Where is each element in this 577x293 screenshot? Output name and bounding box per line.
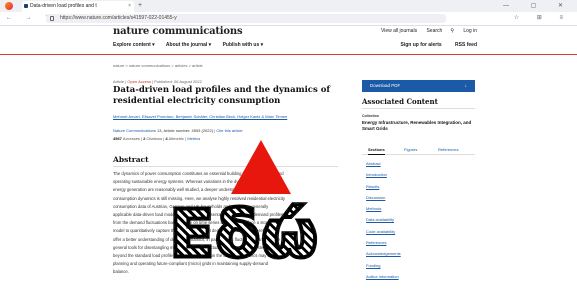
citations-label: Citations — [146, 136, 163, 141]
article-metrics: 4567 Accesses | 2 Citations | 4 Altmetri… — [113, 136, 201, 141]
tab-title: Data-driven load profiles and t — [30, 3, 97, 9]
alerts-link[interactable]: Sign up for alerts — [401, 42, 442, 48]
top-links: View all journals Search ⚲ Log in — [373, 28, 477, 34]
view-all-journals-link[interactable]: View all journals — [381, 28, 417, 34]
download-pdf-button[interactable]: Download PDF ↓ — [362, 80, 475, 92]
section-link-discussion[interactable]: Discussion — [366, 192, 401, 203]
open-access-badge: Open Access — [127, 79, 151, 84]
url-text: https://www.nature.com/articles/s41597-0… — [60, 15, 177, 21]
overlay-text: Εδώ — [168, 198, 320, 272]
cite-link[interactable]: Cite this article — [216, 128, 242, 133]
citation-line: Nature Communications 13, Article number… — [113, 128, 243, 133]
section-link-data-availability[interactable]: Data availability — [366, 214, 401, 225]
site-header: nature communications View all journals … — [0, 26, 577, 55]
download-label: Download PDF — [370, 83, 401, 88]
collection-label: Collection — [362, 114, 379, 118]
associated-content-heading: Associated Content — [362, 97, 438, 106]
article-meta: Article | Open Access | Published: 06 Au… — [113, 79, 202, 84]
site-subnav: Explore content ▾ About the journal ▾ Pu… — [113, 42, 273, 48]
published-date: Published: 06 August 2022 — [154, 79, 202, 84]
abstract-divider — [113, 166, 338, 167]
section-link-results[interactable]: Results — [366, 181, 401, 192]
firefox-icon — [5, 2, 13, 10]
tab-references[interactable]: References — [438, 145, 458, 154]
section-link-funding[interactable]: Funding — [366, 260, 401, 271]
breadcrumb[interactable]: nature > nature communications > article… — [113, 63, 203, 68]
collection-link[interactable]: Energy Infrastructure, Renewables Integr… — [362, 120, 475, 132]
lock-icon — [50, 16, 54, 21]
site-subnav-right: Sign up for alerts RSS feed — [389, 42, 477, 48]
section-link-abstract[interactable]: Abstract — [366, 158, 401, 169]
toolbar-icons[interactable]: ☆ ⊞ ≡ — [514, 12, 571, 25]
abstract-line: operating sustainable energy systems. Wh… — [113, 179, 277, 185]
sections-list: Abstract Introduction Results Discussion… — [366, 158, 401, 282]
about-journal-menu[interactable]: About the journal ▾ — [166, 42, 211, 48]
favicon-icon — [24, 4, 28, 8]
sidebar-tabs: Sections Figures References — [362, 145, 475, 155]
journal-logo[interactable]: nature communications — [113, 26, 243, 37]
citation-details: 13, Article number: 4593 (2022) — [157, 128, 214, 133]
search-icon[interactable]: ⚲ — [450, 28, 454, 34]
abstract-line: energy generation are reasonably well st… — [113, 187, 281, 193]
download-icon: ↓ — [464, 83, 468, 89]
metrics-link[interactable]: Metrics — [187, 136, 200, 141]
abstract-heading: Abstract — [113, 155, 149, 164]
explore-content-menu[interactable]: Explore content ▾ — [113, 42, 155, 48]
tab-figures[interactable]: Figures — [404, 145, 417, 154]
browser-nav-bar: ← → ↻ https://www.nature.com/articles/s4… — [0, 12, 577, 26]
accesses-count: 4567 — [113, 136, 122, 141]
accesses-label: Accesses — [122, 136, 140, 141]
article-type: Article — [113, 79, 125, 84]
section-link-author-info[interactable]: Author information — [366, 271, 401, 282]
publish-menu[interactable]: Publish with us ▾ — [223, 42, 264, 48]
section-link-code-availability[interactable]: Code availability — [366, 226, 401, 237]
altmetric-label: Altmetric — [168, 136, 185, 141]
header-divider — [0, 54, 577, 55]
citations-count: 2 — [143, 136, 146, 141]
tab-sections[interactable]: Sections — [368, 145, 385, 155]
close-tab-icon[interactable]: × — [128, 1, 131, 12]
new-tab-button[interactable]: + — [138, 0, 142, 12]
url-bar[interactable]: https://www.nature.com/articles/s41597-0… — [46, 14, 446, 23]
section-link-acknowledgements[interactable]: Acknowledgements — [366, 248, 401, 259]
section-link-methods[interactable]: Methods — [366, 203, 401, 214]
sidebar-divider — [362, 108, 475, 109]
section-link-references[interactable]: References — [366, 237, 401, 248]
altmetric-count: 4 — [165, 136, 168, 141]
section-link-introduction[interactable]: Introduction — [366, 169, 401, 180]
author-list[interactable]: Mehmet Anvari, Elisavet Proedrou, Benjam… — [113, 114, 338, 120]
login-link[interactable]: Log in — [463, 28, 477, 34]
browser-tab-bar: Data-driven load profiles and t × + — ▢ … — [0, 0, 577, 12]
search-link[interactable]: Search — [426, 28, 442, 34]
browser-tab[interactable]: Data-driven load profiles and t × — [22, 1, 134, 12]
abstract-line: The dynamics of power consumption consti… — [113, 171, 284, 176]
rss-link[interactable]: RSS feed — [455, 42, 477, 48]
journal-name[interactable]: Nature Communications — [113, 128, 156, 133]
article-title: Data-driven load profiles and the dynami… — [113, 85, 331, 106]
window-controls[interactable]: — ▢ ✕ — [503, 0, 573, 12]
red-arrow-marker — [231, 140, 291, 194]
